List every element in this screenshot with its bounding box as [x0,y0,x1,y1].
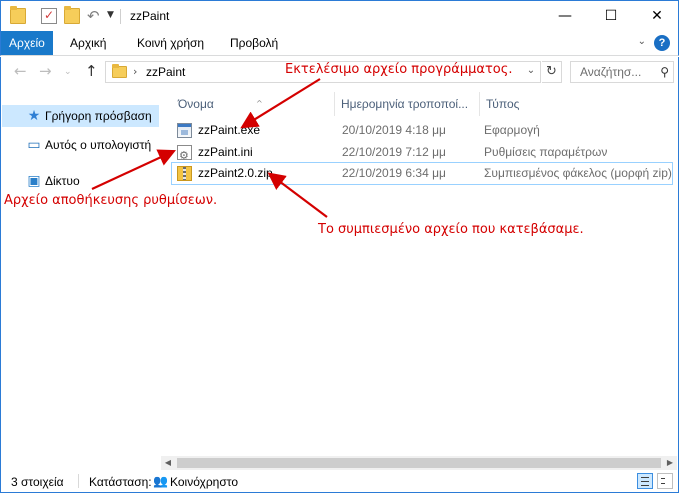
annotation-ini: Αρχείο αποθήκευσης ρυθμίσεων. [4,193,218,208]
column-header-date-label: Ημερομηνία τροποποί... [341,97,469,111]
help-icon[interactable]: ? [654,35,670,51]
large-icons-view-icon[interactable] [657,473,673,489]
minimize-button[interactable]: — [542,1,588,31]
status-bar: 3 στοιχεία Κατάσταση: 👥 Κοινόχρηστο [0,470,679,493]
search-placeholder: Αναζήτησ... [580,65,642,79]
search-input[interactable]: Αναζήτησ... ⚲ [570,61,674,83]
sidebar-item-quick-access[interactable]: ★ Γρήγορη πρόσβαση [2,105,159,127]
sort-indicator-icon: ^ [256,99,263,108]
zip-icon [177,166,192,181]
folder-icon [112,64,127,78]
tab-file[interactable]: Αρχείο [1,31,53,55]
search-icon: ⚲ [660,65,669,79]
details-view-icon[interactable] [637,473,653,489]
maximize-button[interactable]: ☐ [588,1,634,31]
file-name: zzPaint2.0.zip [198,166,273,180]
file-row-exe[interactable]: zzPaint.exe 20/10/2019 4:18 μμ Εφαρμογή [172,120,672,141]
file-name: zzPaint.exe [198,123,261,137]
file-date: 22/10/2019 6:34 μμ [342,166,446,180]
horizontal-scrollbar[interactable]: ◀ ▶ [161,456,677,470]
column-header-name[interactable]: Όνομα ^ [172,92,334,116]
status-separator [78,474,79,488]
breadcrumb[interactable]: zzPaint [146,65,185,79]
ini-icon [177,145,192,166]
annotation-exe: Εκτελέσιμο αρχείο προγράμματος. [285,62,513,77]
breadcrumb-chevron-icon[interactable]: › [133,65,137,78]
navigation-pane: ★ Γρήγορη πρόσβαση ▭ Αυτός ο υπολογιστή … [2,87,160,470]
status-state-value: Κοινόχρηστο [170,475,238,489]
shared-users-icon: 👥 [153,474,168,488]
scroll-right-icon[interactable]: ▶ [663,456,677,470]
title-separator [120,9,121,24]
refresh-button[interactable]: ↻ [542,61,562,83]
file-name: zzPaint.ini [198,145,253,159]
tab-view[interactable]: Προβολή [222,31,286,55]
ribbon-tabs: Αρχείο Αρχική Κοινή χρήση Προβολή ⌄ ? [0,31,679,56]
item-count: 3 στοιχεία [11,475,64,489]
file-type: Ρυθμίσεις παραμέτρων [484,145,608,159]
column-header-type-label: Τύπος [486,97,520,111]
sidebar-item-this-pc[interactable]: ▭ Αυτός ο υπολογιστή [2,134,159,156]
file-date: 20/10/2019 4:18 μμ [342,123,446,137]
scrollbar-thumb[interactable] [177,458,661,468]
annotation-zip: Το συμπιεσμένο αρχείο που κατεβάσαμε. [318,222,584,237]
exe-icon [177,123,192,138]
file-type: Συμπιεσμένος φάκελος (μορφή zip) [484,166,672,180]
undo-icon[interactable]: ↶ [87,8,103,24]
column-header-name-label: Όνομα [178,97,214,111]
file-list: Όνομα ^ Ημερομηνία τροποποί... Τύπος zzP… [162,87,673,470]
address-dropdown-icon[interactable]: ⌄ [524,65,538,76]
computer-icon: ▭ [27,137,41,153]
up-arrow-icon[interactable]: ↑ [85,62,98,80]
sidebar-item-network[interactable]: ▣ Δίκτυο [2,170,159,192]
properties-icon[interactable] [41,8,57,24]
star-icon: ★ [27,108,41,124]
column-header-date[interactable]: Ημερομηνία τροποποί... [335,92,479,116]
column-header-type[interactable]: Τύπος [480,92,660,116]
title-bar: ↶ ▼ zzPaint — ☐ ✕ [0,0,679,31]
status-state-label: Κατάσταση: [89,475,152,489]
new-folder-icon[interactable] [64,6,80,24]
back-arrow-icon[interactable]: ← [14,62,27,80]
recent-locations-icon[interactable]: ⌄ [64,67,72,77]
file-row-ini[interactable]: zzPaint.ini 22/10/2019 7:12 μμ Ρυθμίσεις… [172,142,672,166]
tab-share[interactable]: Κοινή χρήση [129,31,212,55]
close-button[interactable]: ✕ [634,1,679,31]
network-icon: ▣ [27,173,41,189]
scroll-left-icon[interactable]: ◀ [161,456,175,470]
explorer-main: ★ Γρήγορη πρόσβαση ▭ Αυτός ο υπολογιστή … [0,87,679,470]
sidebar-item-label: Δίκτυο [45,174,80,188]
window-title: zzPaint [130,9,170,23]
file-row-zip[interactable]: zzPaint2.0.zip 22/10/2019 6:34 μμ Συμπιε… [171,162,673,185]
ribbon-expand-icon[interactable]: ⌄ [638,36,646,47]
file-type: Εφαρμογή [484,123,540,137]
sidebar-item-label: Γρήγορη πρόσβαση [45,109,152,123]
forward-arrow-icon[interactable]: → [39,62,52,80]
file-date: 22/10/2019 7:12 μμ [342,145,446,159]
sidebar-item-label: Αυτός ο υπολογιστή [45,138,152,152]
tab-home[interactable]: Αρχική [62,31,114,55]
folder-icon [10,6,26,24]
quick-access-dropdown-icon[interactable]: ▼ [107,10,114,20]
